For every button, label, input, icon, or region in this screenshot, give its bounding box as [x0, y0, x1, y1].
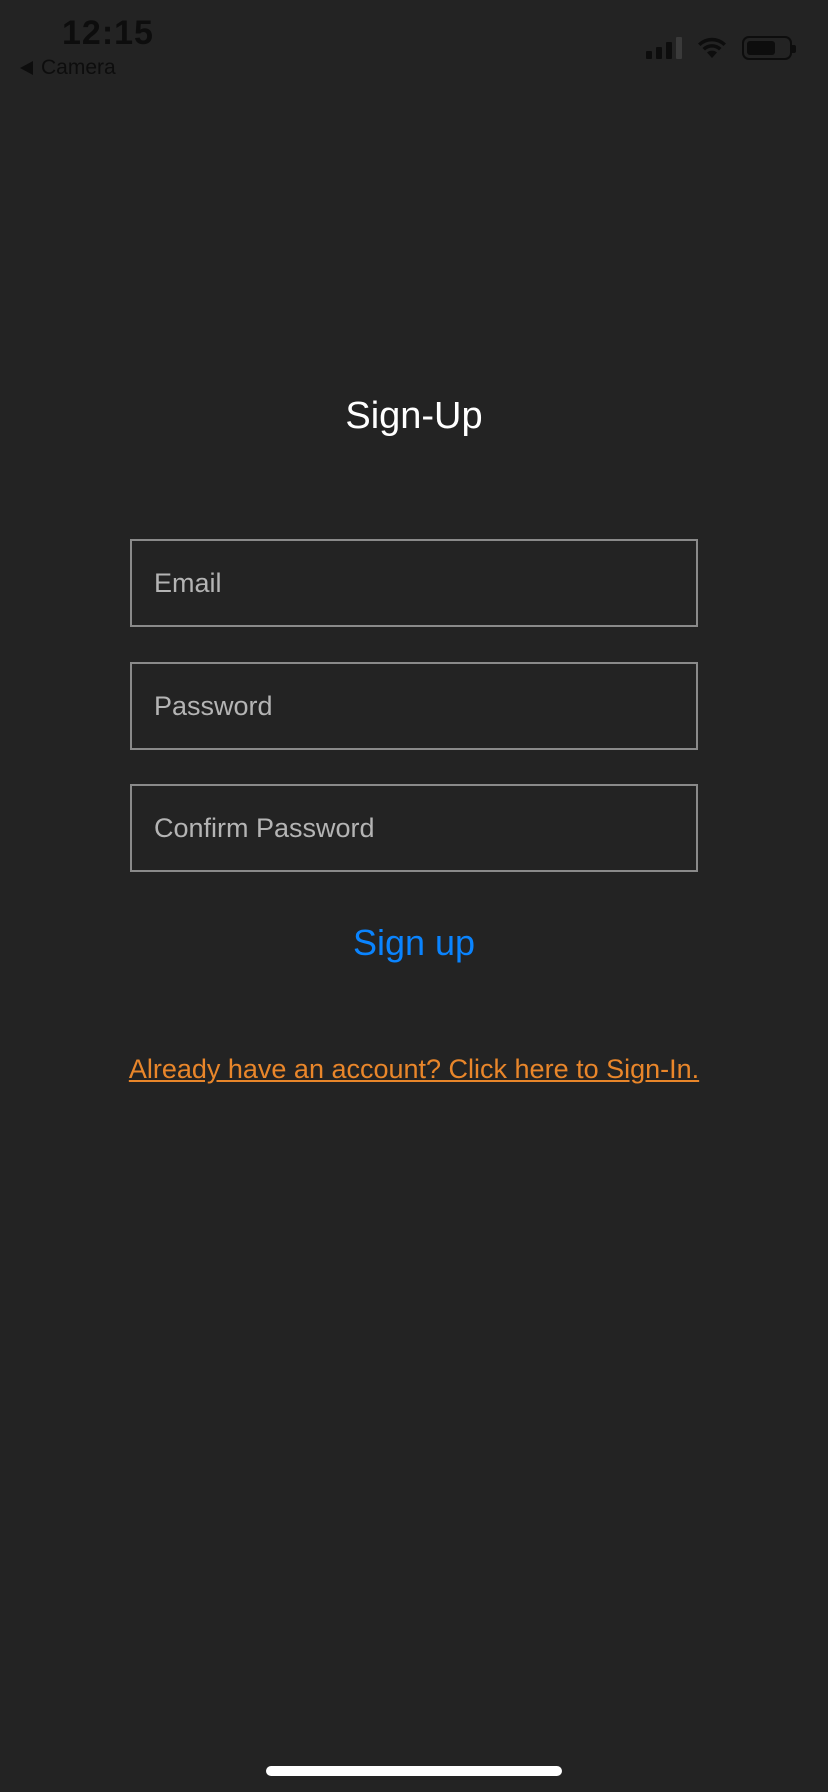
confirm-password-field[interactable]	[154, 812, 696, 844]
status-time: 12:15	[62, 14, 154, 52]
status-bar: 12:15 Camera	[0, 0, 828, 90]
status-icons	[646, 36, 796, 60]
sign-in-link[interactable]: Already have an account? Click here to S…	[0, 1054, 828, 1085]
password-field-container[interactable]	[130, 662, 698, 750]
email-field[interactable]	[154, 567, 696, 599]
confirm-password-field-container[interactable]	[130, 784, 698, 872]
sign-up-button[interactable]: Sign up	[0, 922, 828, 964]
back-app-label: Camera	[41, 56, 116, 79]
wifi-icon	[698, 37, 726, 58]
page-title: Sign-Up	[345, 395, 483, 437]
signal-icon	[646, 37, 682, 59]
back-arrow-icon	[20, 61, 33, 75]
home-indicator[interactable]	[266, 1766, 562, 1776]
email-field-container[interactable]	[130, 539, 698, 627]
back-to-app-button[interactable]: Camera	[20, 56, 116, 80]
password-field[interactable]	[154, 690, 696, 722]
battery-icon	[742, 36, 796, 60]
